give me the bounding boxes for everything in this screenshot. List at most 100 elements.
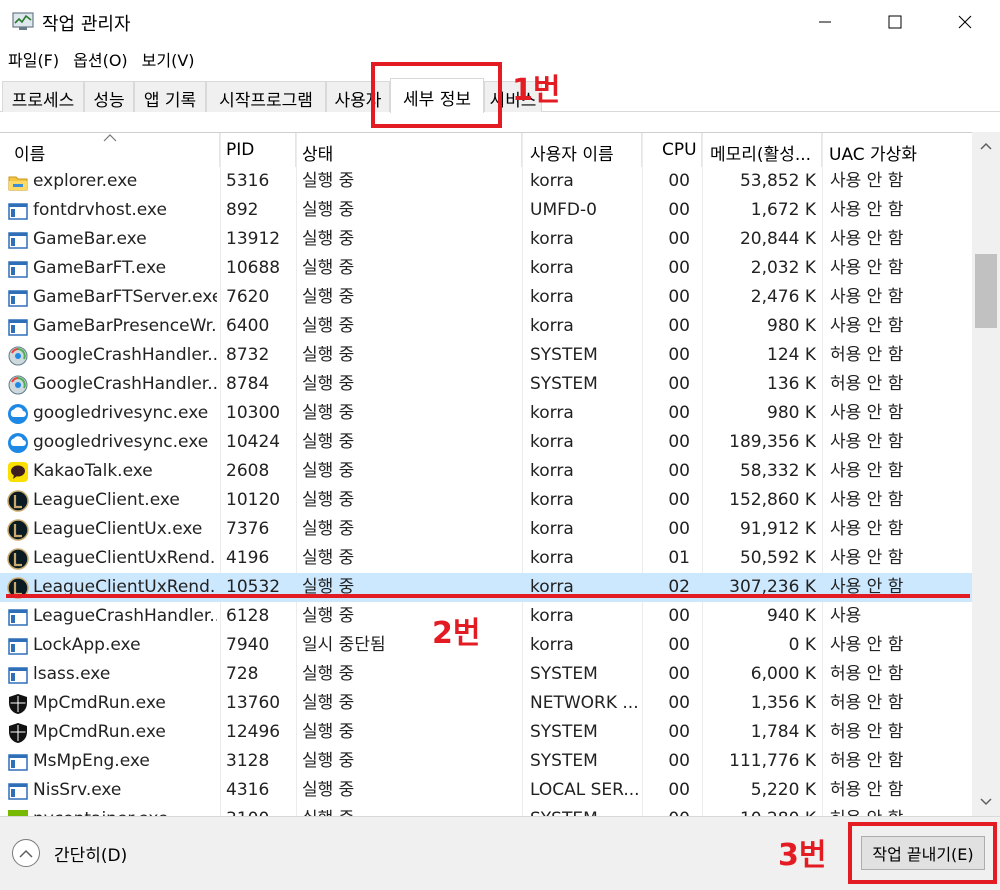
cell-memory: 136 K — [767, 374, 816, 394]
cell-memory: 980 K — [767, 316, 816, 336]
cell-status: 실행 중 — [302, 805, 517, 816]
app-window-icon — [8, 261, 28, 278]
cell-user: korra — [530, 287, 574, 307]
column-header-cpu[interactable]: CPU — [642, 133, 702, 167]
table-row[interactable]: lsass.exe 728 실행 중 SYSTEM 00 6,000 K 허용 안 함 — [0, 660, 972, 689]
annotation-underline-row — [6, 594, 970, 598]
table-row[interactable]: MpCmdRun.exe 13760 실행 중 NETWORK ... 00 1,356 … — [0, 689, 972, 718]
cell-cpu: 00 — [668, 780, 690, 800]
table-row[interactable]: nvcontainer.exe 3100 실행 중 SYSTEM 00 10,280 K 허… — [0, 805, 972, 816]
minimize-button[interactable] — [790, 0, 860, 44]
details-table: 이름 PID 상태 사용자 이름 CPU 메모리(활성... UAC 가상화 e… — [0, 132, 1000, 816]
table-row[interactable]: GameBarFTServer.exe 7620 실행 중 korra 00 2,476 … — [0, 283, 972, 312]
cell-memory: 1,672 K — [750, 200, 816, 220]
nvidia-icon — [8, 810, 28, 816]
tab-startup[interactable]: 시작프로그램 — [206, 81, 326, 112]
cell-pid: 13760 — [226, 693, 281, 713]
vertical-scrollbar[interactable] — [972, 132, 1000, 816]
cell-pid: 10120 — [226, 490, 281, 510]
cell-pid: 7620 — [226, 287, 270, 307]
table-row[interactable]: GameBarFT.exe 10688 실행 중 korra 00 2,032 K 사용 안… — [0, 254, 972, 283]
cell-uac: 사용 안 함 — [830, 258, 904, 278]
cell-status: 실행 중 — [302, 693, 355, 713]
scroll-up-button[interactable] — [972, 132, 1000, 160]
table-row[interactable]: LeagueClient.exe 10120 실행 중 korra 00 152,860 … — [0, 486, 972, 515]
table-row[interactable]: explorer.exe 5316 실행 중 korra 00 53,852 K 사용 안 … — [0, 167, 972, 196]
table-row[interactable]: GameBar.exe 13912 실행 중 korra 00 20,844 K 사용 안 … — [0, 225, 972, 254]
cell-memory: 0 K — [788, 635, 816, 655]
cell-cpu: 00 — [668, 461, 690, 481]
cell-name: googledrivesync.exe — [33, 432, 209, 452]
table-row[interactable]: googledrivesync.exe 10424 실행 중 korra 00 189,3… — [0, 428, 972, 457]
annotation-label-3: 3번 — [778, 838, 827, 873]
cell-user: korra — [530, 258, 574, 278]
cell-pid: 3100 — [226, 805, 296, 816]
chevron-up-icon — [19, 849, 33, 858]
column-header-user[interactable]: 사용자 이름 — [522, 133, 642, 167]
cell-memory: 58,332 K — [739, 461, 816, 481]
table-row[interactable]: LockApp.exe 7940 일시 중단됨 korra 00 0 K 사용 안 함 — [0, 631, 972, 660]
table-row[interactable]: fontdrvhost.exe 892 실행 중 UMFD-0 00 1,672 K 사용 … — [0, 196, 972, 225]
app-window-icon — [8, 319, 28, 336]
fewer-details-button[interactable]: 간단히(D) — [12, 839, 127, 867]
cell-user: korra — [530, 519, 574, 539]
cell-cpu: 00 — [668, 229, 690, 249]
column-header-status[interactable]: 상태 — [296, 133, 522, 167]
tab-performance[interactable]: 성능 — [84, 81, 134, 112]
column-header-name[interactable]: 이름 — [0, 133, 220, 167]
column-header-pid-label: PID — [226, 140, 255, 160]
table-row[interactable]: LeagueClientUx.exe 7376 실행 중 korra 00 91,912 … — [0, 515, 972, 544]
cell-user: korra — [530, 403, 574, 423]
table-row[interactable]: LeagueClientUxRend... 4196 실행 중 korra 01 50,5… — [0, 544, 972, 573]
cell-pid: 892 — [226, 200, 259, 220]
annotation-box-end-task — [848, 822, 997, 884]
column-header-memory[interactable]: 메모리(활성... — [702, 133, 822, 167]
fewer-details-label: 간단히(D) — [54, 845, 128, 866]
tab-details[interactable]: 세부 정보 — [390, 78, 484, 113]
cell-memory: 940 K — [767, 606, 816, 626]
table-row[interactable]: NisSrv.exe 4316 실행 중 LOCAL SER... 00 5,220 K 허… — [0, 776, 972, 805]
table-row[interactable]: MpCmdRun.exe 12496 실행 중 SYSTEM 00 1,784 K 허용 안… — [0, 718, 972, 747]
cell-cpu: 00 — [668, 664, 690, 684]
chevron-up-icon — [980, 142, 992, 150]
table-row[interactable]: MsMpEng.exe 3128 실행 중 SYSTEM 00 111,776 K 허용 안… — [0, 747, 972, 776]
scroll-thumb[interactable] — [975, 254, 997, 328]
cell-status: 실행 중 — [302, 780, 355, 800]
menu-view[interactable]: 보기(V) — [142, 47, 195, 71]
cell-user: korra — [530, 229, 574, 249]
tab-processes[interactable]: 프로세스 — [2, 81, 84, 112]
shield-icon — [9, 723, 27, 743]
cell-status: 실행 중 — [302, 258, 355, 278]
column-header-memory-label: 메모리(활성... — [710, 145, 812, 165]
menu-options[interactable]: 옵션(O) — [73, 47, 128, 71]
cell-status: 실행 중 — [302, 403, 355, 423]
menu-file[interactable]: 파일(F) — [8, 47, 59, 71]
table-row[interactable]: GoogleCrashHandler... 8784 실행 중 SYSTEM 00 136… — [0, 370, 972, 399]
cell-name: MsMpEng.exe — [33, 751, 150, 771]
cell-pid: 728 — [226, 664, 259, 684]
cell-name: fontdrvhost.exe — [33, 200, 167, 220]
cell-name: nvcontainer.exe — [33, 805, 217, 816]
table-row[interactable]: GameBarPresenceWr... 6400 실행 중 korra 00 980 K… — [0, 312, 972, 341]
cell-cpu: 00 — [668, 171, 690, 191]
maximize-button[interactable] — [860, 0, 930, 44]
cell-memory: 980 K — [767, 403, 816, 423]
column-header-status-label: 상태 — [302, 145, 334, 165]
column-header-uac[interactable]: UAC 가상화 — [822, 133, 972, 167]
cell-pid: 7376 — [226, 519, 270, 539]
scroll-down-button[interactable] — [972, 788, 1000, 816]
close-button[interactable] — [930, 0, 1000, 44]
cell-memory: 50,592 K — [739, 548, 816, 568]
cell-name: GameBarFTServer.exe — [33, 287, 217, 307]
tab-app-history[interactable]: 앱 기록 — [134, 81, 206, 112]
table-row[interactable]: googledrivesync.exe 10300 실행 중 korra 00 980 K… — [0, 399, 972, 428]
title-bar: 작업 관리자 — [0, 0, 1000, 44]
cell-pid: 3128 — [226, 751, 270, 771]
table-row[interactable]: GoogleCrashHandler.... 8732 실행 중 SYSTEM 00 12… — [0, 341, 972, 370]
table-row[interactable]: KakaoTalk.exe 2608 실행 중 korra 00 58,332 K 사용 안… — [0, 457, 972, 486]
column-header-pid[interactable]: PID — [220, 133, 296, 167]
table-row[interactable]: LeagueCrashHandler.... 6128 실행 중 korra 00 940… — [0, 602, 972, 631]
cell-status: 실행 중 — [302, 374, 355, 394]
cell-name: MpCmdRun.exe — [33, 722, 166, 742]
cell-name: NisSrv.exe — [33, 780, 122, 800]
